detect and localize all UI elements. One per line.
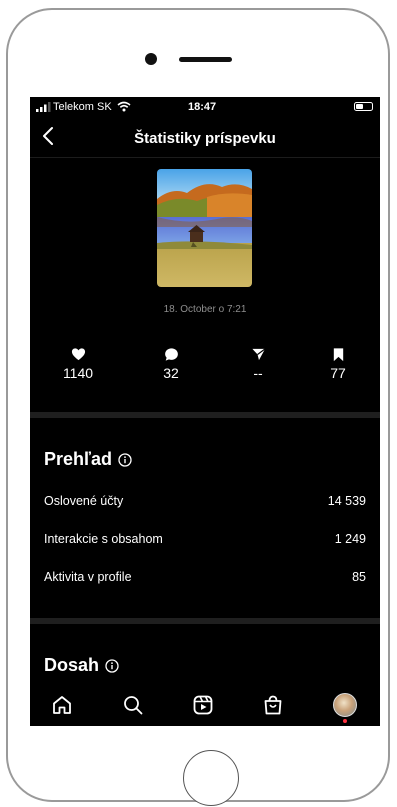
- post-thumbnail[interactable]: [157, 169, 252, 287]
- info-icon[interactable]: [118, 453, 132, 467]
- info-icon[interactable]: [105, 659, 119, 673]
- comment-icon: [164, 348, 178, 361]
- home-icon: [53, 696, 71, 714]
- carrier-name: Telekom SK: [53, 101, 112, 113]
- saves-count: 77: [330, 365, 346, 381]
- tab-search[interactable]: [122, 694, 146, 718]
- metric-row[interactable]: Interakcie s obsahom 1 249: [44, 532, 366, 548]
- metric-label: Oslovené účty: [44, 494, 124, 508]
- reach-section-title: Dosah: [44, 655, 119, 676]
- notification-dot: [343, 719, 347, 723]
- post-date: 18. October o 7:21: [163, 304, 247, 315]
- signal-icon: [36, 102, 51, 112]
- page-title: Štatistiky príspevku: [134, 130, 276, 147]
- post-image: [157, 169, 252, 287]
- overview-section-title: Prehľad: [44, 449, 132, 470]
- overview-title: Prehľad: [44, 449, 112, 469]
- comments-stat: 32: [141, 347, 201, 381]
- metric-row[interactable]: Aktivita v profile 85: [44, 570, 366, 586]
- shop-icon: [264, 695, 282, 715]
- nav-header: Štatistiky príspevku: [30, 117, 380, 158]
- status-bar: Telekom SK 18:47: [30, 97, 380, 117]
- metric-label: Interakcie s obsahom: [44, 532, 163, 546]
- tab-reels[interactable]: [192, 694, 216, 718]
- bookmark-icon: [333, 348, 343, 362]
- saves-stat: 77: [308, 347, 368, 381]
- reels-icon: [193, 695, 213, 715]
- shares-stat: --: [228, 347, 288, 381]
- metric-label: Aktivita v profile: [44, 570, 132, 584]
- send-icon: [251, 348, 265, 361]
- bottom-tab-bar: [30, 686, 380, 726]
- front-camera: [145, 53, 157, 65]
- metric-value: 85: [352, 570, 366, 584]
- heart-icon: [71, 348, 85, 361]
- metric-value: 14 539: [327, 494, 366, 508]
- comments-count: 32: [163, 365, 179, 381]
- search-icon: [124, 696, 143, 715]
- tab-shop[interactable]: [262, 694, 286, 718]
- section-divider: [30, 618, 380, 624]
- wifi-icon: [117, 101, 131, 112]
- profile-avatar[interactable]: [333, 693, 357, 717]
- section-divider: [30, 412, 380, 418]
- app-screen: Telekom SK 18:47 Štatistiky príspevku 18…: [30, 97, 380, 726]
- likes-stat: 1140: [48, 347, 108, 381]
- shares-count: --: [253, 365, 263, 381]
- reach-title: Dosah: [44, 655, 100, 675]
- battery-icon: [354, 102, 373, 111]
- metric-value: 1 249: [334, 532, 366, 546]
- metric-row[interactable]: Oslovené účty 14 539: [44, 494, 366, 510]
- tab-home[interactable]: [51, 694, 75, 718]
- home-button[interactable]: [183, 750, 239, 806]
- status-time: 18:47: [188, 101, 217, 113]
- earpiece-speaker: [179, 57, 232, 62]
- battery-level: [356, 104, 363, 109]
- likes-count: 1140: [62, 365, 94, 381]
